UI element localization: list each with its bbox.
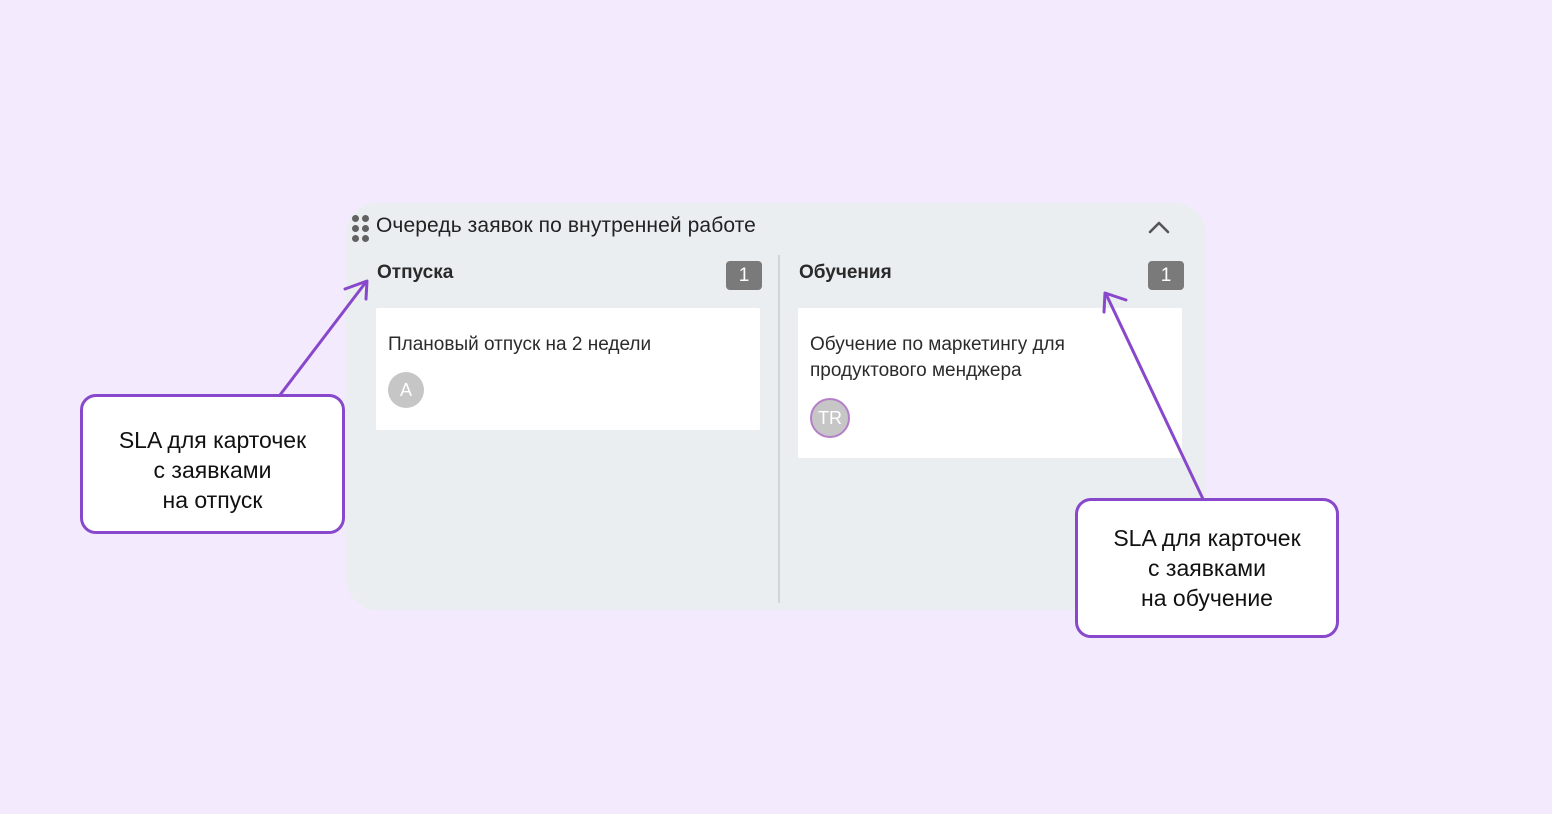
callout-line: SLA для карточек (118, 427, 307, 453)
chevron-up-icon (1148, 221, 1170, 234)
column-title: Обучения (799, 262, 892, 283)
column-count-badge: 1 (1148, 261, 1184, 290)
sla-callout-vacations: SLA для карточек с заявками на отпуск (80, 394, 345, 534)
collapse-button[interactable] (1146, 215, 1172, 241)
sla-callout-trainings: SLA для карточек с заявками на обучение (1075, 498, 1339, 638)
drag-handle-icon[interactable] (352, 215, 370, 243)
column-trainings: Обучения 1 Обучение по маркетингу для пр… (798, 255, 1184, 458)
column-divider (778, 255, 780, 603)
column-header: Обучения 1 (798, 255, 1184, 291)
column-count-badge: 1 (726, 261, 762, 290)
callout-line: на обучение (1141, 585, 1273, 611)
card-title: Обучение по маркетингу для продуктового … (810, 334, 1065, 381)
callout-line: SLA для карточек (1113, 525, 1301, 551)
card-title: Плановый отпуск на 2 недели (388, 334, 652, 355)
callout-line: на отпуск (162, 487, 263, 513)
task-card[interactable]: Обучение по маркетингу для продуктового … (798, 308, 1182, 458)
canvas: Очередь заявок по внутренней работе Отпу… (0, 0, 1552, 814)
callout-line: с заявками (1148, 555, 1266, 581)
avatar: A (388, 372, 424, 408)
callout-line: с заявками (153, 457, 272, 483)
column-vacations: Отпуска 1 Плановый отпуск на 2 недели A (376, 255, 762, 430)
board-title: Очередь заявок по внутренней работе (376, 214, 756, 237)
column-header: Отпуска 1 (376, 255, 762, 291)
task-card[interactable]: Плановый отпуск на 2 недели A (376, 308, 760, 430)
column-title: Отпуска (377, 262, 454, 283)
avatar: TR (810, 398, 850, 438)
